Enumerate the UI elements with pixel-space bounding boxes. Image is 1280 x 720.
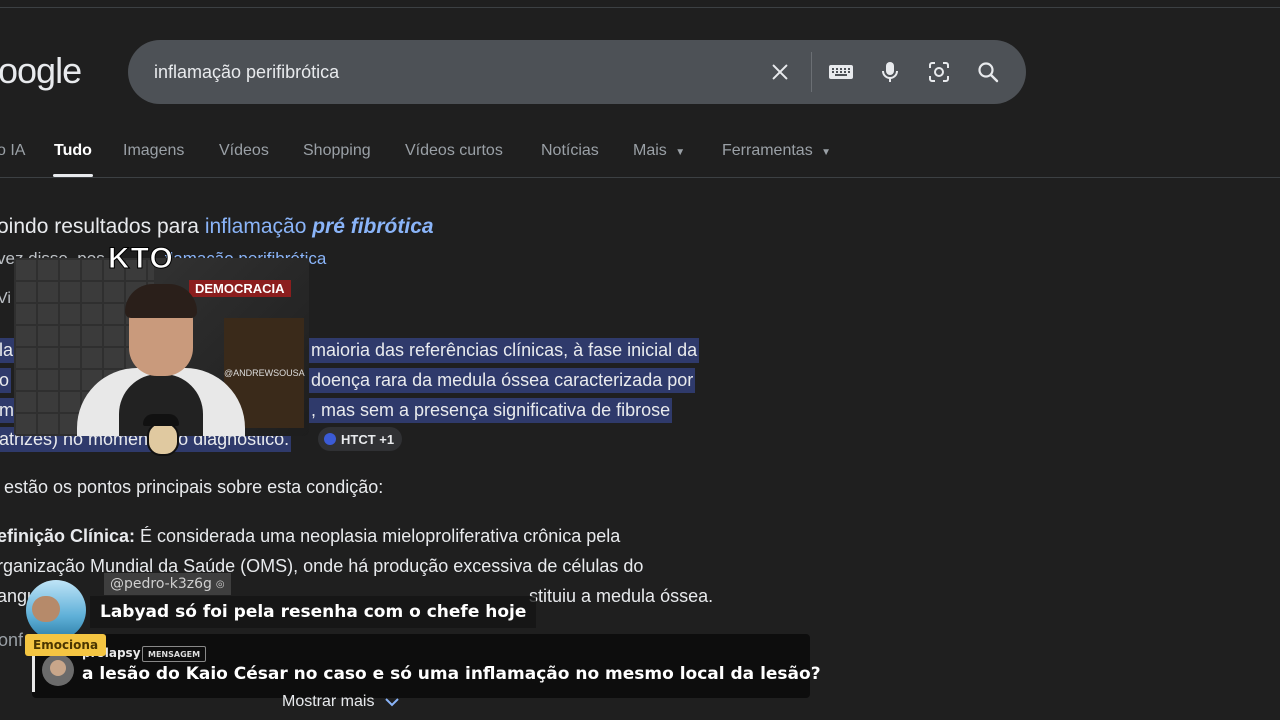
avatar bbox=[26, 580, 86, 640]
tab-more[interactable]: Mais ▼ bbox=[633, 142, 685, 160]
intro-text: estão os pontos principais sobre esta co… bbox=[4, 477, 384, 497]
searchbox-divider bbox=[811, 52, 812, 92]
spell-correction: oindo resultados para inflamação pré fib… bbox=[0, 215, 434, 238]
webcam-handle: @ANDREWSOUSA bbox=[224, 368, 305, 378]
chat-username: @pedro-k3z6g ◎ bbox=[104, 573, 231, 595]
tab-short-videos[interactable]: Vídeos curtos bbox=[405, 142, 503, 160]
search-input[interactable]: inflamação perifibrótica bbox=[154, 62, 339, 83]
source-favicon-icon bbox=[324, 433, 336, 445]
chat-message-text: a lesão do Kaio César no caso e só uma i… bbox=[82, 664, 821, 684]
tab-tools[interactable]: Ferramentas ▼ bbox=[722, 142, 831, 160]
next-item-fragment: onf bbox=[0, 630, 24, 650]
tab-images[interactable]: Imagens bbox=[123, 142, 184, 160]
corrected-query-link[interactable]: inflamação pré fibrótica bbox=[205, 215, 434, 238]
highlight-line-1: maioria das referências clínicas, à fase… bbox=[309, 338, 700, 363]
microphone-icon[interactable] bbox=[876, 58, 904, 86]
mascot-icon bbox=[143, 412, 179, 456]
chevron-down-icon bbox=[385, 698, 400, 707]
message-tag: MENSAGEM bbox=[142, 646, 207, 662]
chat-message-text: Labyad só foi pela resenha com o chefe h… bbox=[90, 596, 537, 628]
avatar bbox=[42, 654, 74, 686]
emotion-badge: Emociona bbox=[25, 634, 107, 656]
tab-news[interactable]: Notícias bbox=[541, 142, 599, 160]
google-logo[interactable]: oogle bbox=[0, 50, 82, 92]
chevron-down-icon: ▼ bbox=[821, 147, 832, 158]
top-divider bbox=[0, 7, 1280, 8]
verified-icon: ◎ bbox=[215, 578, 225, 590]
highlight-line-3: , mas sem a presença significativa de fi… bbox=[309, 398, 673, 423]
search-tabs: o IA Tudo Imagens Vídeos Shopping Vídeos… bbox=[0, 138, 1280, 178]
ai-overview-fragment: Vi bbox=[0, 290, 11, 307]
tabs-divider bbox=[0, 177, 1280, 178]
lens-icon[interactable] bbox=[925, 58, 953, 86]
clear-icon[interactable] bbox=[766, 58, 794, 86]
definition-line-1: efinição Clínica: É considerada uma neop… bbox=[0, 526, 621, 546]
streamer-webcam: DEMOCRACIA @ANDREWSOUSA bbox=[14, 258, 309, 436]
search-icon[interactable] bbox=[974, 58, 1002, 86]
chat-message-2: prolapsy MENSAGEM a lesão do Kaio César … bbox=[32, 634, 821, 698]
chat-message-1: @pedro-k3z6g ◎ Labyad só foi pela resenha… bbox=[26, 572, 537, 640]
chevron-down-icon: ▼ bbox=[675, 147, 686, 158]
highlight-line-2: doença rara da medula óssea caracterizad… bbox=[309, 368, 696, 393]
search-box[interactable]: inflamação perifibrótica bbox=[128, 40, 1026, 104]
tab-all[interactable]: Tudo bbox=[54, 142, 92, 160]
tab-ai-mode[interactable]: o IA bbox=[0, 142, 25, 160]
definition-line-3b: stituiu a medula óssea. bbox=[529, 586, 714, 606]
highlight-line-2-lead: o bbox=[0, 368, 12, 393]
keyboard-icon[interactable] bbox=[827, 58, 855, 86]
highlight-line-1-lead: la bbox=[0, 338, 16, 363]
show-more-button[interactable]: Mostrar mais bbox=[282, 693, 400, 711]
tab-videos[interactable]: Vídeos bbox=[219, 142, 269, 160]
sponsor-logo: KTO bbox=[108, 242, 174, 276]
tab-shopping[interactable]: Shopping bbox=[303, 142, 371, 160]
source-chip[interactable]: HTCT +1 bbox=[318, 427, 403, 451]
